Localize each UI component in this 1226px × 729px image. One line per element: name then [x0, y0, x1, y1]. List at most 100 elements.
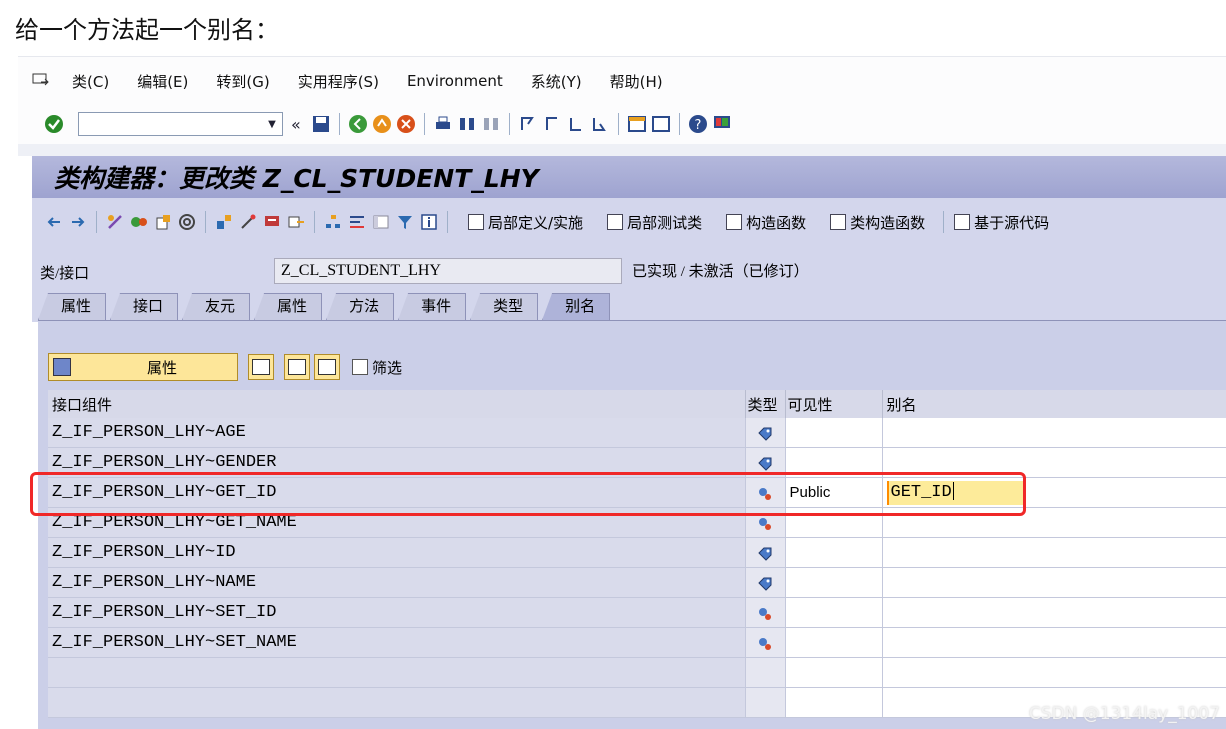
- source-code-based-button[interactable]: 基于源代码: [954, 212, 1049, 233]
- last-page-icon[interactable]: [590, 114, 610, 134]
- command-field[interactable]: ▼: [78, 112, 283, 136]
- class-constructor-button[interactable]: 类构造函数: [830, 212, 925, 233]
- menu-class[interactable]: 类(C): [72, 71, 109, 92]
- magic-wand-icon[interactable]: [239, 213, 257, 231]
- menu-system[interactable]: 系统(Y): [531, 71, 582, 92]
- filter-checkbox[interactable]: [352, 359, 368, 375]
- object-list-icon[interactable]: [215, 213, 233, 231]
- forward-arrow-icon[interactable]: [69, 213, 87, 231]
- table-row[interactable]: Z_IF_PERSON_LHY~SET_NAME: [48, 627, 1226, 658]
- help-icon[interactable]: ?: [688, 114, 708, 134]
- table-row[interactable]: Z_IF_PERSON_LHY~SET_ID: [48, 597, 1226, 628]
- cancel-icon[interactable]: [396, 114, 416, 134]
- table-row[interactable]: [48, 657, 1226, 688]
- display-change-icon[interactable]: [106, 213, 124, 231]
- activate-icon[interactable]: [130, 213, 148, 231]
- local-definitions-button[interactable]: 局部定义/实施: [468, 212, 583, 233]
- navigate-icon[interactable]: [287, 213, 305, 231]
- alias-table: 接口组件 类型 可见性 别名 Z_IF_PERSON_LHY~AGE Z_IF_P…: [48, 390, 1226, 718]
- standard-toolbar: ▼ « ?: [18, 104, 1226, 144]
- alias-cell[interactable]: [882, 507, 1226, 538]
- shortcut-icon[interactable]: [651, 114, 671, 134]
- new-session-icon[interactable]: [627, 114, 647, 134]
- component-cell[interactable]: Z_IF_PERSON_LHY~NAME: [48, 567, 746, 598]
- export-icon: [318, 359, 336, 375]
- component-cell[interactable]: Z_IF_PERSON_LHY~GET_NAME: [48, 507, 746, 538]
- chevron-down-icon[interactable]: ▼: [264, 115, 280, 133]
- back-icon[interactable]: [348, 114, 368, 134]
- tab-events[interactable]: 事件: [398, 293, 467, 320]
- tab-methods[interactable]: 方法: [326, 293, 395, 320]
- alias-cell[interactable]: GET_ID: [882, 477, 1226, 508]
- filter-icon[interactable]: [396, 213, 414, 231]
- col-visibility[interactable]: 可见性: [785, 390, 883, 418]
- check-icon[interactable]: [154, 213, 172, 231]
- previous-page-icon[interactable]: [542, 114, 562, 134]
- alias-cell[interactable]: [882, 627, 1226, 658]
- visibility-cell: Public: [785, 477, 883, 508]
- layout-icon[interactable]: [372, 213, 390, 231]
- print-icon[interactable]: [433, 114, 453, 134]
- alias-cell[interactable]: [882, 418, 1226, 448]
- component-cell[interactable]: [48, 657, 746, 688]
- alias-cell[interactable]: [882, 537, 1226, 568]
- back-arrow-icon[interactable]: [45, 213, 63, 231]
- tab-interfaces[interactable]: 接口: [110, 293, 179, 320]
- menu-edit[interactable]: 编辑(E): [137, 71, 188, 92]
- find-icon[interactable]: [457, 114, 477, 134]
- component-cell[interactable]: Z_IF_PERSON_LHY~ID: [48, 537, 746, 568]
- next-page-icon[interactable]: [566, 114, 586, 134]
- save-icon[interactable]: [311, 114, 331, 134]
- component-cell[interactable]: Z_IF_PERSON_LHY~GET_ID: [48, 477, 746, 508]
- col-component[interactable]: 接口组件: [48, 390, 746, 418]
- exit-icon[interactable]: [372, 114, 392, 134]
- tab-types[interactable]: 类型: [470, 293, 539, 320]
- tab-aliases[interactable]: 别名: [542, 293, 611, 320]
- table-row[interactable]: Z_IF_PERSON_LHY~AGE: [48, 418, 1226, 448]
- info-icon[interactable]: [420, 213, 438, 231]
- table-row[interactable]: Z_IF_PERSON_LHY~ID: [48, 537, 1226, 568]
- attributes-button[interactable]: 属性: [48, 353, 238, 381]
- menu-utilities[interactable]: 实用程序(S): [298, 71, 379, 92]
- alias-cell[interactable]: [882, 597, 1226, 628]
- first-page-icon[interactable]: [518, 114, 538, 134]
- type-cell: [745, 657, 786, 688]
- delete-row-button[interactable]: [284, 354, 310, 380]
- find-next-icon[interactable]: [481, 114, 501, 134]
- table-row[interactable]: Z_IF_PERSON_LHY~GET_NAME: [48, 507, 1226, 538]
- col-type[interactable]: 类型: [745, 390, 786, 418]
- alias-cell[interactable]: [882, 657, 1226, 688]
- component-cell[interactable]: Z_IF_PERSON_LHY~AGE: [48, 418, 746, 448]
- tab-properties[interactable]: 属性: [38, 293, 107, 320]
- insert-button[interactable]: [248, 354, 274, 380]
- component-cell[interactable]: Z_IF_PERSON_LHY~SET_NAME: [48, 627, 746, 658]
- tab-attributes[interactable]: 属性: [254, 293, 323, 320]
- menu-goto[interactable]: 转到(G): [216, 71, 269, 92]
- menu-environment[interactable]: Environment: [407, 72, 503, 90]
- menu-help[interactable]: 帮助(H): [610, 71, 663, 92]
- col-alias[interactable]: 别名: [882, 390, 1226, 418]
- component-cell[interactable]: Z_IF_PERSON_LHY~GENDER: [48, 447, 746, 478]
- sort-icon[interactable]: [348, 213, 366, 231]
- component-cell[interactable]: [48, 687, 746, 718]
- component-cell[interactable]: Z_IF_PERSON_LHY~SET_ID: [48, 597, 746, 628]
- collapse-chevron-icon[interactable]: «: [291, 115, 301, 134]
- constructor-button[interactable]: 构造函数: [726, 212, 806, 233]
- export-button[interactable]: [314, 354, 340, 380]
- where-used-icon[interactable]: [178, 213, 196, 231]
- alias-cell[interactable]: [882, 447, 1226, 478]
- alias-cell[interactable]: [882, 567, 1226, 598]
- table-row[interactable]: Z_IF_PERSON_LHY~GENDER: [48, 447, 1226, 478]
- hierarchy-icon[interactable]: [324, 213, 342, 231]
- menu-toggle-icon[interactable]: [32, 72, 54, 90]
- type-cell: [745, 597, 786, 628]
- alias-input[interactable]: GET_ID: [886, 480, 1023, 505]
- class-interface-label: 类/接口: [40, 266, 90, 282]
- module-icon[interactable]: [263, 213, 281, 231]
- tab-friends[interactable]: 友元: [182, 293, 251, 320]
- table-row[interactable]: Z_IF_PERSON_LHY~NAME: [48, 567, 1226, 598]
- table-row[interactable]: Z_IF_PERSON_LHY~GET_ID Public GET_ID: [48, 477, 1226, 508]
- local-test-classes-button[interactable]: 局部测试类: [607, 212, 702, 233]
- enter-check-icon[interactable]: [44, 114, 64, 134]
- customize-layout-icon[interactable]: [712, 114, 732, 134]
